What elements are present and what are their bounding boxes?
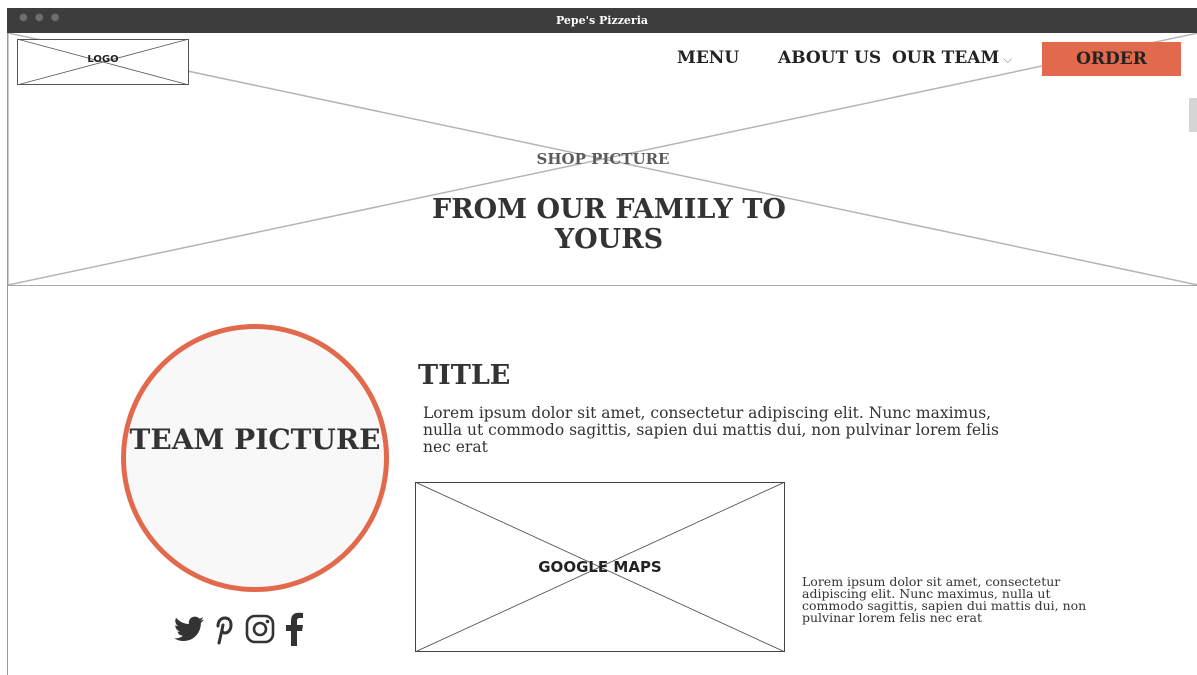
logo-label: LOGO <box>87 54 119 65</box>
logo[interactable]: LOGO <box>17 39 189 85</box>
hero-tagline: FROM OUR FAMILY TO YOURS <box>432 194 786 255</box>
page-viewport: LOGO MENU ABOUT US OUR TEAM ⌵ ORDER SHOP … <box>7 33 1197 675</box>
section-title: TITLE <box>418 360 511 391</box>
nav-about-us[interactable]: ABOUT US <box>778 48 881 68</box>
google-maps-label: GOOGLE MAPS <box>538 558 662 576</box>
twitter-icon[interactable] <box>174 616 204 642</box>
scrollbar-thumb[interactable] <box>1189 98 1197 132</box>
shop-picture-label: SHOP PICTURE <box>536 150 670 168</box>
social-links <box>174 612 304 646</box>
chevron-down-icon: ⌵ <box>1003 52 1013 66</box>
hero-shop-picture: LOGO MENU ABOUT US OUR TEAM ⌵ ORDER SHOP … <box>8 33 1197 286</box>
nav-our-team-label: OUR TEAM <box>892 48 1000 68</box>
side-paragraph: Lorem ipsum dolor sit amet, consectetur … <box>802 574 1087 625</box>
pinterest-icon[interactable] <box>212 613 236 645</box>
google-maps-embed[interactable]: GOOGLE MAPS <box>415 482 785 652</box>
team-picture-label: TEAM PICTURE <box>129 423 381 456</box>
facebook-icon[interactable] <box>284 612 304 646</box>
window-titlebar: ● ● ● Pepe's Pizzeria <box>7 8 1197 33</box>
team-picture: TEAM PICTURE <box>121 324 389 592</box>
nav-our-team[interactable]: OUR TEAM ⌵ <box>892 48 1012 68</box>
section-paragraph: Lorem ipsum dolor sit amet, consectetur … <box>423 404 999 456</box>
instagram-icon[interactable] <box>244 613 276 645</box>
window-title: Pepe's Pizzeria <box>555 14 649 27</box>
order-button[interactable]: ORDER <box>1042 42 1181 76</box>
nav-menu[interactable]: MENU <box>677 48 739 68</box>
